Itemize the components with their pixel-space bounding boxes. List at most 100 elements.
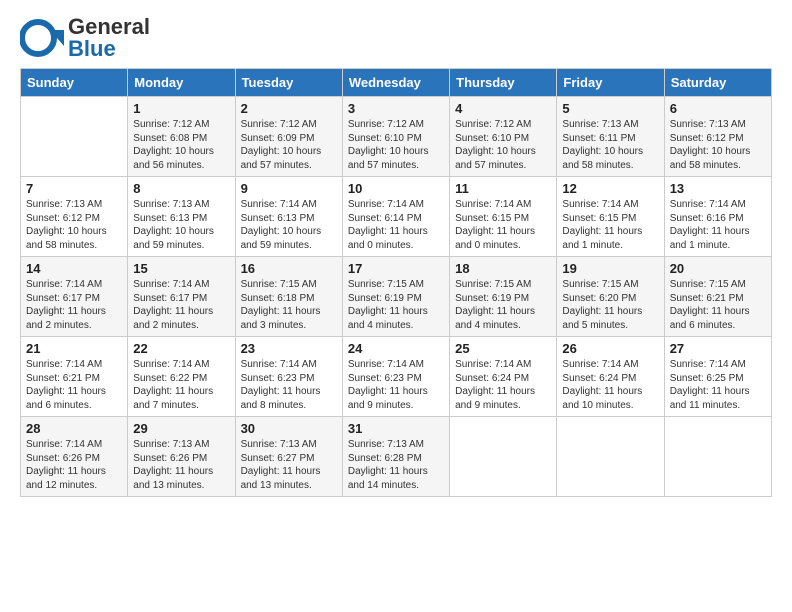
day-info: Sunrise: 7:15 AM Sunset: 6:19 PM Dayligh… [455,278,551,332]
day-number: 19 [562,261,658,276]
calendar-cell: 15 Sunrise: 7:14 AM Sunset: 6:17 PM Dayli… [128,257,235,337]
day-number: 18 [455,261,551,276]
day-info: Sunrise: 7:14 AM Sunset: 6:26 PM Dayligh… [26,438,122,492]
calendar-cell: 8 Sunrise: 7:13 AM Sunset: 6:13 PM Daylig… [128,177,235,257]
calendar-cell: 27 Sunrise: 7:14 AM Sunset: 6:25 PM Dayli… [664,337,771,417]
weekday-header-tuesday: Tuesday [235,69,342,97]
day-number: 21 [26,341,122,356]
logo-text: GeneralBlue [68,16,150,60]
day-info: Sunrise: 7:14 AM Sunset: 6:15 PM Dayligh… [455,198,551,252]
logo-icon [20,16,64,60]
day-number: 10 [348,181,444,196]
calendar-cell: 17 Sunrise: 7:15 AM Sunset: 6:19 PM Dayli… [342,257,449,337]
day-number: 12 [562,181,658,196]
calendar-cell: 1Sunrise: 7:12 AM Sunset: 6:08 PM Daylig… [128,97,235,177]
calendar-cell: 20 Sunrise: 7:15 AM Sunset: 6:21 PM Dayli… [664,257,771,337]
day-number: 2 [241,101,337,116]
calendar-cell: 23Sunrise: 7:14 AM Sunset: 6:23 PM Dayli… [235,337,342,417]
day-info: Sunrise: 7:14 AM Sunset: 6:24 PM Dayligh… [455,358,551,412]
day-number: 3 [348,101,444,116]
weekday-header-wednesday: Wednesday [342,69,449,97]
day-number: 28 [26,421,122,436]
calendar-table: SundayMondayTuesdayWednesdayThursdayFrid… [20,68,772,497]
calendar-cell: 29 Sunrise: 7:13 AM Sunset: 6:26 PM Dayli… [128,417,235,497]
day-info: Sunrise: 7:15 AM Sunset: 6:20 PM Dayligh… [562,278,658,332]
day-info: Sunrise: 7:14 AM Sunset: 6:21 PM Dayligh… [26,358,122,412]
day-number: 24 [348,341,444,356]
calendar-cell: 5 Sunrise: 7:13 AM Sunset: 6:11 PM Daylig… [557,97,664,177]
day-info: Sunrise: 7:13 AM Sunset: 6:27 PM Dayligh… [241,438,337,492]
weekday-header-thursday: Thursday [450,69,557,97]
weekday-header-monday: Monday [128,69,235,97]
day-info: Sunrise: 7:14 AM Sunset: 6:23 PM Dayligh… [348,358,444,412]
calendar-cell: 18 Sunrise: 7:15 AM Sunset: 6:19 PM Dayli… [450,257,557,337]
day-info: Sunrise: 7:13 AM Sunset: 6:13 PM Dayligh… [133,198,229,252]
day-info: Sunrise: 7:15 AM Sunset: 6:21 PM Dayligh… [670,278,766,332]
day-info: Sunrise: 7:14 AM Sunset: 6:14 PM Dayligh… [348,198,444,252]
calendar-cell: 25 Sunrise: 7:14 AM Sunset: 6:24 PM Dayli… [450,337,557,417]
calendar-cell [557,417,664,497]
day-info: Sunrise: 7:14 AM Sunset: 6:17 PM Dayligh… [133,278,229,332]
day-info: Sunrise: 7:13 AM Sunset: 6:26 PM Dayligh… [133,438,229,492]
logo: GeneralBlue [20,16,150,60]
day-number: 1 [133,101,229,116]
calendar-cell [450,417,557,497]
day-number: 15 [133,261,229,276]
day-number: 31 [348,421,444,436]
day-number: 11 [455,181,551,196]
calendar-cell: 13 Sunrise: 7:14 AM Sunset: 6:16 PM Dayli… [664,177,771,257]
calendar-cell: 2 Sunrise: 7:12 AM Sunset: 6:09 PM Daylig… [235,97,342,177]
day-number: 14 [26,261,122,276]
day-number: 16 [241,261,337,276]
calendar-cell: 31 Sunrise: 7:13 AM Sunset: 6:28 PM Dayli… [342,417,449,497]
day-info: Sunrise: 7:12 AM Sunset: 6:10 PM Dayligh… [348,118,444,172]
calendar-cell: 14 Sunrise: 7:14 AM Sunset: 6:17 PM Dayli… [21,257,128,337]
day-info: Sunrise: 7:14 AM Sunset: 6:25 PM Dayligh… [670,358,766,412]
day-info: Sunrise: 7:14 AM Sunset: 6:17 PM Dayligh… [26,278,122,332]
day-info: Sunrise: 7:13 AM Sunset: 6:28 PM Dayligh… [348,438,444,492]
calendar-cell: 22Sunrise: 7:14 AM Sunset: 6:22 PM Dayli… [128,337,235,417]
day-number: 6 [670,101,766,116]
calendar-cell: 28 Sunrise: 7:14 AM Sunset: 6:26 PM Dayli… [21,417,128,497]
day-number: 22 [133,341,229,356]
day-number: 25 [455,341,551,356]
day-number: 27 [670,341,766,356]
day-number: 4 [455,101,551,116]
weekday-header-sunday: Sunday [21,69,128,97]
weekday-header-friday: Friday [557,69,664,97]
day-info: Sunrise: 7:13 AM Sunset: 6:12 PM Dayligh… [670,118,766,172]
day-number: 23 [241,341,337,356]
day-info: Sunrise: 7:12 AM Sunset: 6:10 PM Dayligh… [455,118,551,172]
calendar-cell: 16 Sunrise: 7:15 AM Sunset: 6:18 PM Dayli… [235,257,342,337]
day-number: 29 [133,421,229,436]
day-info: Sunrise: 7:14 AM Sunset: 6:16 PM Dayligh… [670,198,766,252]
calendar-cell: 12 Sunrise: 7:14 AM Sunset: 6:15 PM Dayli… [557,177,664,257]
calendar-cell: 4 Sunrise: 7:12 AM Sunset: 6:10 PM Daylig… [450,97,557,177]
calendar-cell: 9Sunrise: 7:14 AM Sunset: 6:13 PM Daylig… [235,177,342,257]
day-number: 7 [26,181,122,196]
day-info: Sunrise: 7:13 AM Sunset: 6:11 PM Dayligh… [562,118,658,172]
day-number: 8 [133,181,229,196]
day-info: Sunrise: 7:15 AM Sunset: 6:18 PM Dayligh… [241,278,337,332]
calendar-cell: 30Sunrise: 7:13 AM Sunset: 6:27 PM Dayli… [235,417,342,497]
calendar-cell: 11 Sunrise: 7:14 AM Sunset: 6:15 PM Dayli… [450,177,557,257]
day-number: 13 [670,181,766,196]
day-number: 20 [670,261,766,276]
weekday-header-saturday: Saturday [664,69,771,97]
page-header: GeneralBlue [20,16,772,60]
day-info: Sunrise: 7:14 AM Sunset: 6:13 PM Dayligh… [241,198,337,252]
calendar-cell: 21 Sunrise: 7:14 AM Sunset: 6:21 PM Dayli… [21,337,128,417]
day-info: Sunrise: 7:14 AM Sunset: 6:24 PM Dayligh… [562,358,658,412]
day-info: Sunrise: 7:15 AM Sunset: 6:19 PM Dayligh… [348,278,444,332]
day-info: Sunrise: 7:12 AM Sunset: 6:09 PM Dayligh… [241,118,337,172]
calendar-cell [21,97,128,177]
calendar-cell: 19 Sunrise: 7:15 AM Sunset: 6:20 PM Dayli… [557,257,664,337]
calendar-cell: 24 Sunrise: 7:14 AM Sunset: 6:23 PM Dayli… [342,337,449,417]
day-number: 5 [562,101,658,116]
day-number: 17 [348,261,444,276]
day-info: Sunrise: 7:13 AM Sunset: 6:12 PM Dayligh… [26,198,122,252]
day-info: Sunrise: 7:14 AM Sunset: 6:15 PM Dayligh… [562,198,658,252]
calendar-cell [664,417,771,497]
calendar-cell: 6 Sunrise: 7:13 AM Sunset: 6:12 PM Daylig… [664,97,771,177]
day-number: 26 [562,341,658,356]
